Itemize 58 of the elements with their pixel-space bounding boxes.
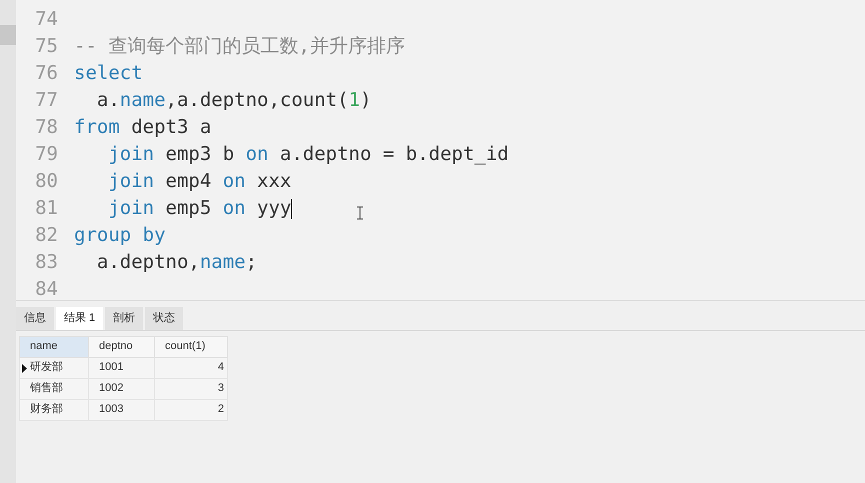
table-row[interactable]: 研发部 1001 4	[20, 357, 228, 378]
code-token: join	[107, 169, 154, 194]
code-token: select	[74, 61, 143, 86]
line-number: 83	[34, 250, 59, 276]
code-token: on	[246, 142, 268, 168]
result-tab[interactable]: 信息	[16, 307, 54, 330]
table-cell: 4	[218, 361, 224, 374]
current-row-icon	[22, 364, 27, 372]
table-cell: 1003	[99, 403, 124, 416]
code-token: ,a.deptno,count(	[166, 88, 349, 114]
code-token: emp5	[164, 196, 212, 222]
line-number: 77	[34, 88, 59, 114]
code-token: xxx	[256, 169, 292, 194]
line-number: 79	[34, 142, 59, 168]
code-token: from	[74, 115, 120, 140]
table-cell: 1001	[99, 361, 124, 374]
code-token: name	[120, 88, 166, 114]
line-number: 81	[34, 196, 59, 222]
line-number: 82	[34, 223, 59, 248]
table-cell: 研发部	[30, 361, 63, 374]
code-token: a.	[96, 88, 120, 114]
table-cell: 2	[218, 403, 224, 416]
line-number: 74	[34, 7, 59, 32]
column-header[interactable]: name	[20, 336, 88, 357]
code-token: join	[107, 196, 154, 222]
ibeam-cursor-icon	[356, 206, 364, 220]
result-tab[interactable]: 状态	[145, 307, 184, 330]
code-token: a.deptno = b.dept_id	[278, 142, 509, 168]
table-row[interactable]: 财务部 1003 2	[20, 399, 228, 420]
column-header[interactable]: deptno	[88, 336, 154, 357]
code-token: emp4	[164, 169, 212, 194]
line-number: 84	[34, 277, 59, 302]
line-number: 75	[34, 34, 59, 60]
code-comment: -- 查询每个部门的员工数,并升序排序	[74, 34, 405, 60]
table-cell: 销售部	[30, 382, 63, 394]
result-tab[interactable]: 剖析	[105, 307, 144, 330]
code-token: group by	[74, 223, 166, 248]
code-token: yyy	[256, 196, 292, 222]
line-number: 76	[34, 61, 59, 86]
code-token: dept3 a	[130, 115, 212, 140]
table-row[interactable]: 销售部 1002 3	[20, 378, 228, 399]
column-header[interactable]: count(1)	[154, 336, 228, 357]
code-token: )	[360, 88, 372, 114]
result-tab[interactable]: 结果 1	[56, 307, 104, 330]
table-cell: 3	[218, 382, 224, 394]
line-number: 78	[34, 115, 59, 140]
code-token: 1	[348, 88, 360, 114]
line-number: 80	[34, 169, 59, 194]
code-token: name	[200, 250, 246, 276]
code-token: ;	[246, 250, 258, 276]
code-token: on	[222, 196, 246, 222]
code-token: on	[222, 169, 246, 194]
table-cell: 1002	[99, 382, 124, 394]
table-cell: 财务部	[30, 403, 63, 416]
code-token: a.deptno,	[96, 250, 200, 276]
gutter-marker	[0, 25, 16, 45]
code-token: emp3 b	[164, 142, 236, 168]
code-token: join	[107, 142, 154, 168]
